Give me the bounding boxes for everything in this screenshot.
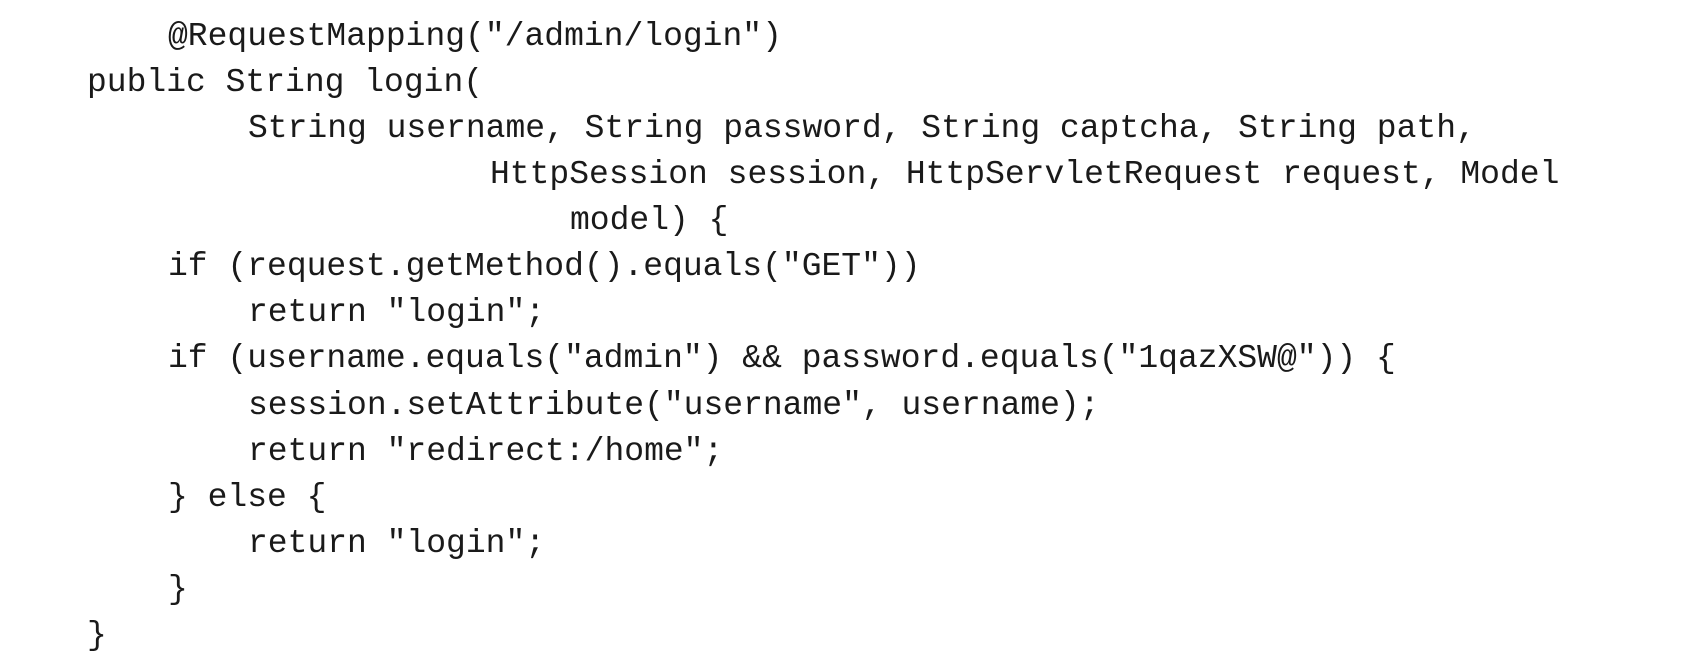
code-line-if-get: if (request.getMethod().equals("GET")) xyxy=(168,248,921,285)
code-line-set-attribute: session.setAttribute("username", usernam… xyxy=(248,387,1100,424)
code-line-else: } else { xyxy=(168,479,327,516)
code-line-return-login-2: return "login"; xyxy=(248,525,546,562)
code-line-annotation: @RequestMapping("/admin/login") xyxy=(168,18,782,55)
code-snippet: @RequestMapping("/admin/login") public S… xyxy=(0,0,1688,670)
code-line-return-redirect: return "redirect:/home"; xyxy=(248,433,724,470)
code-line-params-1: String username, String password, String… xyxy=(248,110,1476,147)
code-line-method-signature: public String login( xyxy=(87,64,484,101)
code-line-close-method: } xyxy=(87,617,107,654)
code-line-params-3: model) { xyxy=(570,202,729,239)
code-line-if-credentials: if (username.equals("admin") && password… xyxy=(168,340,1396,377)
code-line-params-2: HttpSession session, HttpServletRequest … xyxy=(490,156,1560,193)
code-line-return-login-1: return "login"; xyxy=(248,294,546,331)
code-line-close-if: } xyxy=(168,571,188,608)
